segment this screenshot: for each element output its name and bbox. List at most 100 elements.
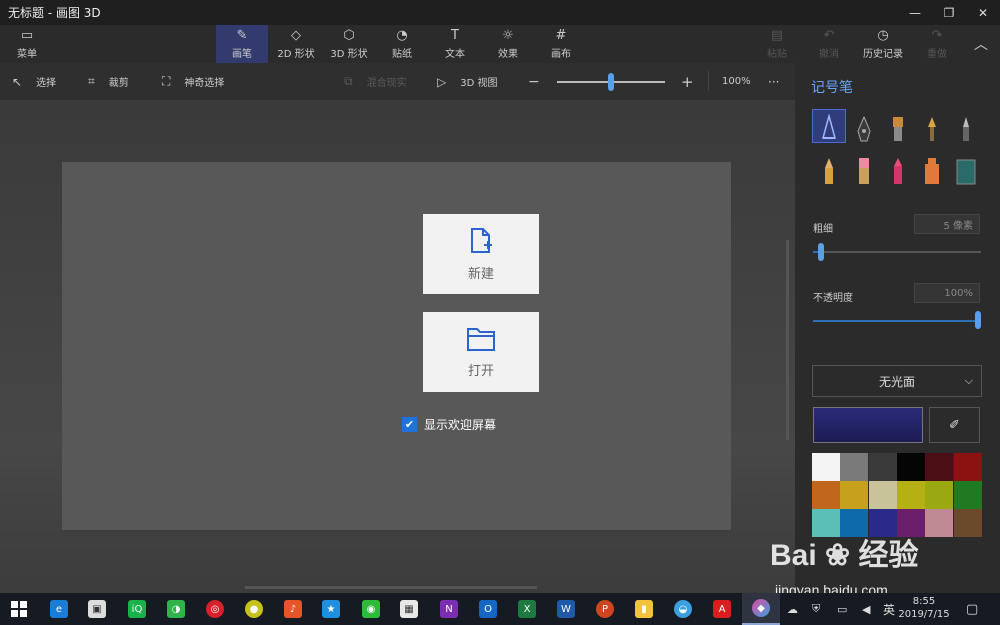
more-button[interactable]: ··· [768, 63, 779, 100]
eraser-brush[interactable] [847, 152, 881, 186]
color-swatch[interactable] [896, 453, 925, 481]
opacity-slider-thumb[interactable] [975, 311, 981, 329]
store-taskbar-icon[interactable]: ▣ [78, 593, 116, 625]
current-color-swatch[interactable] [813, 407, 923, 443]
color-swatch[interactable] [840, 453, 869, 481]
pencil-icon [825, 158, 833, 184]
wechat-work-taskbar-icon[interactable]: ◑ [157, 593, 195, 625]
color-swatch[interactable] [925, 481, 954, 509]
color-swatch[interactable] [953, 509, 982, 537]
fill-bucket-icon [956, 159, 976, 185]
marker-brush[interactable] [812, 109, 846, 143]
opacity-value[interactable]: 100% [914, 283, 980, 303]
calligraphy-pen-brush[interactable] [847, 109, 881, 143]
redo-button[interactable]: ↷ 重做 [918, 25, 956, 63]
edge-taskbar-icon[interactable]: e [40, 593, 78, 625]
word-taskbar-icon[interactable]: W [547, 593, 585, 625]
pixel-pen-icon [963, 117, 969, 141]
acrobat-taskbar-icon[interactable]: A [703, 593, 741, 625]
cursor-icon: ↖ [12, 74, 23, 89]
fill-bucket[interactable] [949, 152, 983, 186]
file-explorer-taskbar-icon[interactable]: ▮ [625, 593, 663, 625]
select-tool[interactable]: ↖ 选择 [12, 63, 56, 100]
zoom-slider-thumb[interactable] [608, 73, 614, 91]
green-app-taskbar-icon[interactable]: ● [235, 593, 273, 625]
input-language[interactable]: 英 [883, 593, 895, 625]
mixed-reality-button[interactable]: ⧉ 混合现实 [344, 63, 407, 100]
zoom-out-button[interactable]: − [528, 63, 540, 100]
paint3d-taskbar-icon[interactable]: ◆ [742, 593, 780, 625]
music-taskbar-icon[interactable]: ♪ [274, 593, 312, 625]
onedrive-icon[interactable]: ☁ [787, 593, 798, 625]
undo-button[interactable]: ↶ 撤消 [810, 25, 848, 63]
crop-tool[interactable]: ⌗ 裁剪 [88, 63, 129, 100]
browser-taskbar-icon[interactable]: ◒ [664, 593, 702, 625]
color-swatch[interactable] [925, 453, 954, 481]
tab-brushes[interactable]: ✎ 画笔 [216, 25, 268, 63]
show-welcome-checkbox[interactable]: ✔ 显示欢迎屏幕 [402, 416, 496, 433]
color-swatch[interactable] [868, 453, 897, 481]
system-clock[interactable]: 8:55 2019/7/15 [895, 595, 953, 621]
opacity-label: 不透明度 [813, 293, 853, 304]
tab-stickers[interactable]: ◔ 贴纸 [376, 25, 428, 63]
tab-2d-shapes[interactable]: ◇ 2D 形状 [270, 25, 322, 63]
iqiyi-taskbar-icon[interactable]: iQ [118, 593, 156, 625]
tab-text[interactable]: T 文本 [429, 25, 481, 63]
eyedropper-button[interactable]: ✐ [929, 407, 980, 443]
horizontal-scrollbar[interactable] [245, 586, 537, 589]
finish-dropdown[interactable]: 无光面 ⌵ [812, 365, 982, 397]
pixel-pen-brush[interactable] [949, 109, 983, 143]
thickness-slider-track[interactable] [813, 251, 981, 253]
thickness-slider-thumb[interactable] [818, 243, 825, 261]
maximize-button[interactable]: ❐ [932, 0, 966, 25]
outlook-taskbar-icon[interactable]: O [469, 593, 507, 625]
color-swatch[interactable] [953, 481, 982, 509]
minimize-button[interactable]: — [898, 0, 932, 25]
start-button[interactable] [0, 593, 38, 625]
color-swatch[interactable] [840, 481, 869, 509]
paste-button[interactable]: ▤ 粘贴 [758, 25, 796, 63]
oil-brush[interactable] [881, 109, 915, 143]
chevron-down-icon: ⌵ [964, 374, 973, 387]
menu-button[interactable]: ▭ 菜单 [8, 25, 46, 63]
defender-icon[interactable]: ⛨ [812, 593, 820, 625]
close-button[interactable]: ✕ [966, 0, 1000, 25]
color-swatch[interactable] [925, 509, 954, 537]
open-file-button[interactable]: 打开 [423, 312, 539, 392]
notification-icon[interactable]: ▢ [966, 593, 978, 625]
new-file-button[interactable]: 新建 [423, 214, 539, 294]
color-swatch[interactable] [896, 481, 925, 509]
watercolor-brush[interactable] [915, 109, 949, 143]
title-bar: 无标题 - 画图 3D — ❐ ✕ [0, 0, 1000, 25]
color-swatch[interactable] [868, 481, 897, 509]
volume-icon[interactable]: ◀ [862, 593, 870, 625]
netease-music-taskbar-icon[interactable]: ◎ [196, 593, 234, 625]
drawing-canvas[interactable] [62, 162, 731, 530]
star-app-taskbar-icon[interactable]: ★ [312, 593, 350, 625]
calculator-taskbar-icon[interactable]: ▦ [390, 593, 428, 625]
color-swatch[interactable] [812, 481, 840, 509]
collapse-ribbon-button[interactable]: ︿ [968, 25, 994, 63]
menu-icon: ▭ [20, 27, 34, 43]
thickness-value[interactable]: 5 像素 [914, 214, 980, 234]
tab-effects[interactable]: ☼ 效果 [482, 25, 534, 63]
wechat-taskbar-icon[interactable]: ◉ [352, 593, 390, 625]
pencil-brush[interactable] [812, 152, 846, 186]
eraser-icon [859, 158, 869, 184]
tab-3d-shapes[interactable]: ⬡ 3D 形状 [323, 25, 375, 63]
tab-canvas[interactable]: # 画布 [535, 25, 587, 63]
new-file-icon [471, 227, 492, 253]
vertical-scrollbar[interactable] [786, 240, 789, 440]
excel-taskbar-icon[interactable]: X [508, 593, 546, 625]
color-swatch[interactable] [812, 453, 840, 481]
onenote-taskbar-icon[interactable]: N [430, 593, 468, 625]
pixel-pencil-brush[interactable] [915, 152, 949, 186]
battery-icon[interactable]: ▭ [837, 593, 847, 625]
powerpoint-taskbar-icon[interactable]: P [586, 593, 624, 625]
color-swatch[interactable] [953, 453, 982, 481]
zoom-in-button[interactable]: + [681, 63, 694, 100]
crayon-brush[interactable] [881, 152, 915, 186]
history-button[interactable]: ◷ 历史记录 [858, 25, 908, 63]
magic-select-tool[interactable]: ⛶ 神奇选择 [162, 63, 224, 100]
view-3d-button[interactable]: ▷ 3D 视图 [437, 63, 497, 100]
